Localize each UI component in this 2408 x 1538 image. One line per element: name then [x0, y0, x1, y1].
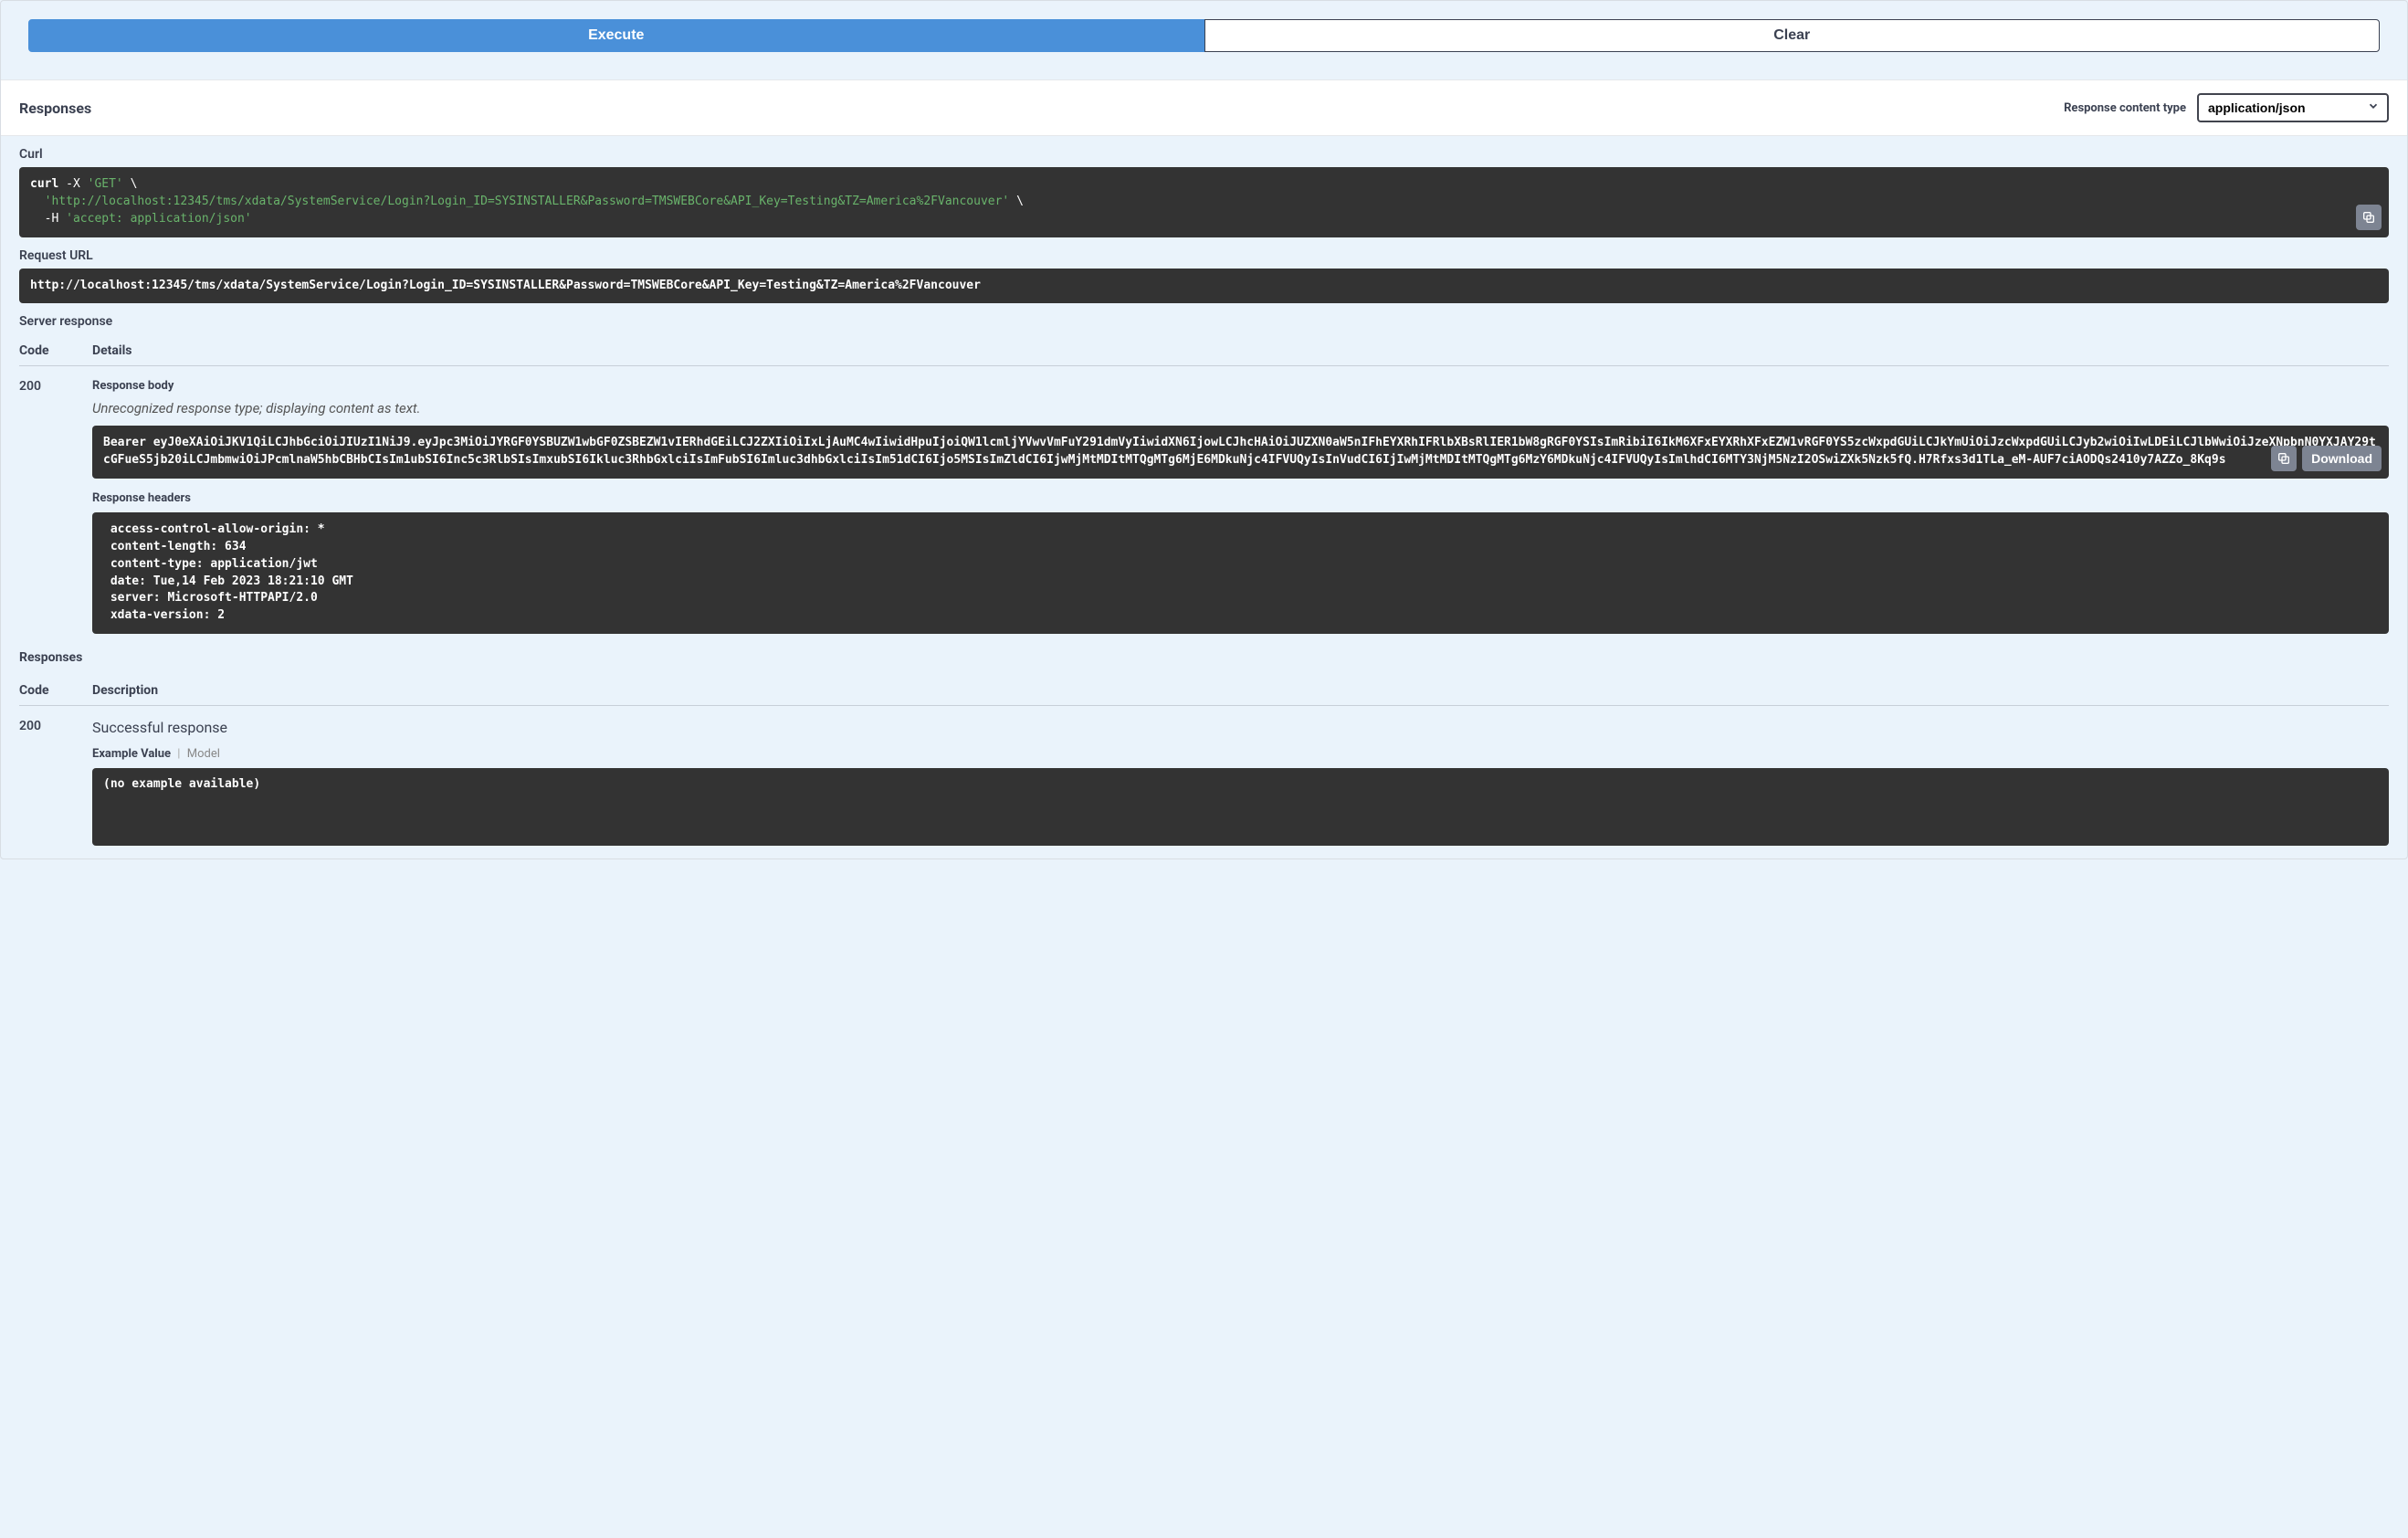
tab-model[interactable]: Model — [187, 747, 220, 761]
response-body-label: Response body — [92, 379, 2389, 393]
curl-label: Curl — [19, 147, 2389, 162]
download-button[interactable]: Download — [2302, 446, 2382, 471]
clear-button[interactable]: Clear — [1204, 19, 2381, 52]
doc-code-header: Code — [19, 683, 92, 698]
code-header: Code — [19, 343, 92, 358]
content-type-label: Response content type — [2064, 101, 2186, 115]
unrecognized-note: Unrecognized response type; displaying c… — [92, 400, 2389, 416]
doc-description: Successful response — [92, 719, 2389, 736]
copy-curl-button[interactable] — [2356, 205, 2382, 230]
content-type-select[interactable]: application/json — [2197, 93, 2389, 122]
documented-responses-title: Responses — [19, 647, 2389, 674]
request-url-block: http://localhost:12345/tms/xdata/SystemS… — [19, 269, 2389, 304]
tab-example-value[interactable]: Example Value — [92, 747, 171, 761]
response-body-block: Bearer eyJ0eXAiOiJKV1QiLCJhbGciOiJIUzI1N… — [92, 426, 2389, 479]
response-headers-label: Response headers — [92, 491, 2389, 505]
curl-block: curl -X 'GET' \ 'http://localhost:12345/… — [19, 167, 2389, 237]
responses-title: Responses — [19, 100, 91, 117]
doc-code: 200 — [19, 719, 92, 846]
execute-button[interactable]: Execute — [28, 19, 1204, 52]
response-code: 200 — [19, 379, 92, 634]
copy-body-button[interactable] — [2271, 446, 2297, 471]
doc-desc-header: Description — [92, 683, 2389, 698]
server-response-label: Server response — [19, 314, 2389, 329]
request-url-label: Request URL — [19, 248, 2389, 263]
details-header: Details — [92, 343, 2389, 358]
response-headers-block: access-control-allow-origin: * content-l… — [92, 512, 2389, 634]
example-block: (no example available) — [92, 768, 2389, 846]
